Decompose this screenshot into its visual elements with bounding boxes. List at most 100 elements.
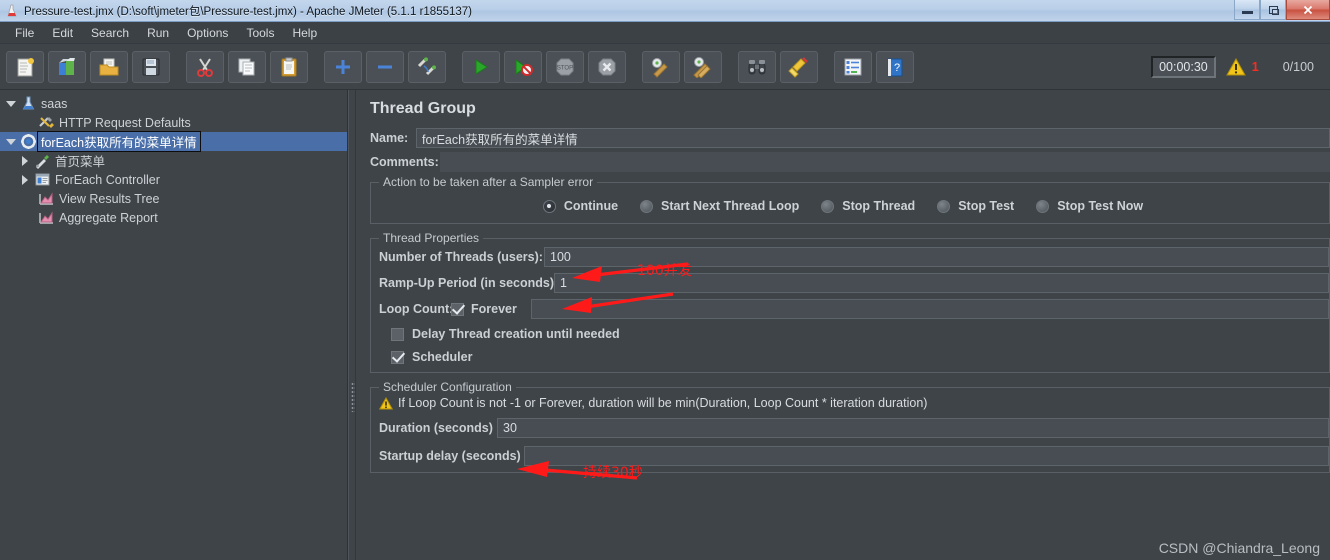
tree-label: HTTP Request Defaults (59, 115, 191, 130)
open-button[interactable] (90, 50, 128, 83)
menu-file[interactable]: File (6, 24, 43, 42)
copy-button[interactable] (228, 50, 266, 83)
tree-twisty-thread-group[interactable] (4, 132, 18, 151)
panel-splitter[interactable] (348, 90, 356, 560)
comments-input[interactable] (440, 152, 1330, 172)
clear-all-button[interactable] (684, 50, 722, 83)
tree-item-http-request-defaults[interactable]: HTTP Request Defaults (0, 113, 347, 132)
loop-count-label: Loop Count: (379, 302, 454, 316)
clear-all-icon (693, 56, 711, 78)
shutdown-button[interactable] (588, 50, 626, 83)
help-button[interactable]: ? (876, 50, 914, 83)
http-defaults-icon (36, 114, 56, 132)
duration-row: Duration (seconds) 30 (371, 418, 1329, 438)
save-icon (142, 58, 160, 75)
menu-run[interactable]: Run (138, 24, 178, 42)
duration-input[interactable]: 30 (497, 418, 1329, 438)
tree-twisty-spacer-2 (22, 189, 36, 208)
splitter-grip[interactable] (351, 382, 355, 412)
menu-tools[interactable]: Tools (237, 24, 283, 42)
ramp-up-row: Ramp-Up Period (in seconds): 1 (371, 273, 1329, 293)
radio-stop-thread[interactable] (821, 199, 835, 213)
startup-delay-input[interactable] (524, 446, 1329, 466)
window-titlebar: Pressure-test.jmx (D:\soft\jmeter包\Press… (0, 0, 1330, 22)
menu-edit[interactable]: Edit (43, 24, 82, 42)
new-button[interactable] (6, 50, 44, 83)
tree-item-aggregate-report[interactable]: Aggregate Report (0, 208, 347, 227)
comments-label: Comments: (370, 155, 439, 169)
radio-start-next-thread-loop[interactable] (640, 199, 654, 213)
menu-help[interactable]: Help (283, 24, 326, 42)
scheduler-warning-row: If Loop Count is not -1 or Forever, dura… (371, 396, 1329, 410)
copy-icon (238, 58, 255, 75)
restore-icon (1268, 5, 1279, 15)
close-button[interactable] (1286, 0, 1330, 20)
tree-label: Aggregate Report (59, 210, 158, 225)
scheduler-checkbox[interactable] (391, 350, 404, 364)
main-area: saas HTTP Request Defaults forEach获取所有的菜… (0, 90, 1330, 560)
radio-continue[interactable] (542, 199, 556, 213)
forever-checkbox[interactable] (451, 302, 464, 316)
radio-stop-test[interactable] (937, 199, 951, 213)
toggle-button[interactable] (408, 50, 446, 83)
listener-icon (36, 209, 56, 227)
tree-twisty-saas[interactable] (4, 94, 18, 113)
function-helper-button[interactable] (834, 50, 872, 83)
toggle-icon (417, 56, 436, 75)
tree-item-foreach-controller[interactable]: ForEach Controller (0, 170, 347, 189)
collapse-all-button[interactable] (366, 50, 404, 83)
name-input[interactable]: forEach获取所有的菜单详情 (416, 128, 1330, 148)
scheduler-label: Scheduler (412, 350, 473, 364)
tree-item-view-results-tree[interactable]: View Results Tree (0, 189, 347, 208)
tree-twisty-homepage-menu[interactable] (18, 151, 32, 170)
save-button[interactable] (132, 50, 170, 83)
scheduler-row: Scheduler (371, 350, 1329, 364)
tree-label: forEach获取所有的菜单详情 (37, 131, 201, 152)
templates-icon (59, 57, 75, 75)
menu-search[interactable]: Search (82, 24, 138, 42)
sampler-error-group: Action to be taken after a Sampler error… (370, 175, 1330, 224)
open-folder-icon (99, 58, 119, 75)
paste-button[interactable] (270, 50, 308, 83)
num-threads-input[interactable]: 100 (544, 247, 1329, 267)
start-button[interactable] (462, 50, 500, 83)
start-play-icon (475, 58, 488, 75)
radio-stop-test-now[interactable] (1036, 199, 1050, 213)
tree-item-thread-group-selected[interactable]: forEach获取所有的菜单详情 (0, 131, 347, 152)
clear-button[interactable] (642, 50, 680, 83)
reset-search-button[interactable] (780, 50, 818, 83)
loop-count-input[interactable] (531, 299, 1329, 319)
scheduler-warning-text: If Loop Count is not -1 or Forever, dura… (398, 396, 928, 410)
expand-all-button[interactable] (324, 50, 362, 83)
scheduler-configuration-group: Scheduler Configuration If Loop Count is… (370, 380, 1330, 473)
minimize-icon (1241, 11, 1253, 14)
tree-twisty-foreach-controller[interactable] (18, 170, 32, 189)
warning-indicator[interactable]: 1 (1225, 57, 1259, 76)
search-button[interactable] (738, 50, 776, 83)
minimize-button[interactable] (1234, 0, 1260, 20)
thread-properties-group-title: Thread Properties (379, 231, 484, 245)
start-no-timers-icon (515, 58, 533, 76)
cut-button[interactable] (186, 50, 224, 83)
delay-thread-checkbox[interactable] (391, 327, 404, 341)
test-plan-tree[interactable]: saas HTTP Request Defaults forEach获取所有的菜… (0, 90, 348, 560)
controller-icon (32, 171, 52, 189)
page-title: Thread Group (370, 100, 476, 117)
comments-row: Comments: (370, 152, 1330, 172)
num-threads-row: Number of Threads (users): 100 (371, 247, 1329, 267)
tree-item-homepage-menu[interactable]: 首页菜单 (0, 151, 347, 170)
ramp-up-input[interactable]: 1 (554, 273, 1329, 293)
templates-button[interactable] (48, 50, 86, 83)
sampler-icon (32, 152, 52, 170)
stop-button[interactable]: STOP (546, 50, 584, 83)
radio-label-stop-thread: Stop Thread (842, 199, 916, 213)
restore-button[interactable] (1260, 0, 1286, 20)
forever-label: Forever (471, 302, 517, 316)
chevron-right-icon (22, 174, 28, 185)
menu-options[interactable]: Options (178, 24, 237, 42)
toolbar: STOP ? 00:00:30 1 0/100 (0, 44, 1330, 90)
radio-label-start-next-thread-loop: Start Next Thread Loop (661, 199, 800, 213)
tree-item-saas[interactable]: saas (0, 94, 347, 113)
start-no-pauses-button[interactable] (504, 50, 542, 83)
toolbar-status-area: 00:00:30 1 0/100 (1151, 55, 1324, 78)
